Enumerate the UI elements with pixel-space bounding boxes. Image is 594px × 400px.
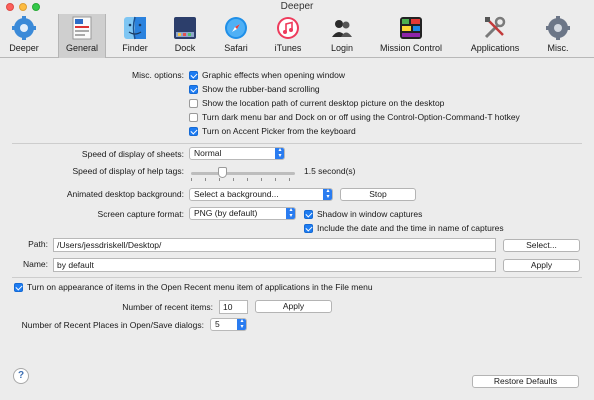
- screen-capture-format-popup[interactable]: PNG (by default) ▴ ▾: [189, 207, 296, 220]
- tab-safari[interactable]: Safari: [214, 14, 258, 58]
- rubber-band-checkbox[interactable]: [189, 85, 198, 94]
- screen-capture-format-value: PNG (by default): [194, 208, 258, 218]
- accent-picker-label: Turn on Accent Picker from the keyboard: [202, 126, 356, 136]
- tab-mission-control-label: Mission Control: [379, 43, 443, 53]
- close-window-button[interactable]: [6, 3, 14, 11]
- tab-itunes-label: iTunes: [274, 43, 302, 53]
- path-field[interactable]: /Users/jessdriskell/Desktop/: [53, 238, 496, 252]
- gear-icon: [12, 16, 36, 40]
- tab-applications-label: Applications: [470, 43, 520, 53]
- help-tags-slider[interactable]: [191, 172, 295, 175]
- slider-tick: [219, 178, 220, 181]
- help-tags-speed-label: Speed of display of help tags:: [72, 166, 184, 176]
- tab-deeper-label: Deeper: [9, 43, 39, 53]
- slider-tick: [261, 178, 262, 181]
- location-path-label: Show the location path of current deskto…: [202, 98, 445, 108]
- tab-login[interactable]: Login: [320, 14, 364, 58]
- screen-capture-label: Screen capture format:: [97, 209, 184, 219]
- chevron-updown-icon: ▴ ▾: [286, 208, 295, 219]
- dark-menu-hotkey-checkbox[interactable]: [189, 113, 198, 122]
- sheets-speed-popup[interactable]: Normal ▴ ▾: [189, 147, 285, 160]
- date-in-name-label: Include the date and the time in name of…: [317, 223, 504, 233]
- select-path-button[interactable]: Select...: [503, 239, 580, 252]
- recent-items-count-field[interactable]: 10: [219, 300, 248, 314]
- apply-name-button[interactable]: Apply: [503, 259, 580, 272]
- tools-icon: [484, 16, 506, 39]
- safari-compass-icon: [225, 17, 247, 39]
- tab-deeper[interactable]: Deeper: [0, 14, 48, 58]
- minimize-window-button[interactable]: [19, 3, 27, 11]
- slider-tick: [289, 178, 290, 181]
- rubber-band-label: Show the rubber-band scrolling: [202, 84, 320, 94]
- chevron-updown-icon: ▴ ▾: [323, 189, 332, 200]
- location-path-checkbox[interactable]: [189, 99, 198, 108]
- graphic-effects-label: Graphic effects when opening window: [202, 70, 346, 80]
- tab-finder-label: Finder: [122, 43, 148, 53]
- chevron-updown-icon: ▴ ▾: [275, 148, 284, 159]
- slider-tick: [247, 178, 248, 181]
- help-tags-slider-knob[interactable]: [217, 167, 227, 178]
- tab-dock[interactable]: Dock: [163, 14, 207, 58]
- tab-misc[interactable]: Misc.: [536, 14, 580, 58]
- users-icon: [332, 20, 352, 37]
- slider-tick: [233, 178, 234, 181]
- tab-applications[interactable]: Applications: [464, 14, 526, 58]
- misc-options-label: Misc. options:: [132, 70, 184, 80]
- help-button[interactable]: ?: [13, 368, 29, 384]
- tab-finder[interactable]: Finder: [114, 14, 156, 58]
- tab-itunes[interactable]: iTunes: [266, 14, 310, 58]
- animated-background-label: Animated desktop background:: [66, 189, 184, 199]
- tab-general-label: General: [65, 43, 99, 53]
- toolbar: Deeper General Finder Dock Safari iTunes…: [0, 14, 594, 58]
- tab-mission-control[interactable]: Mission Control: [376, 14, 446, 58]
- separator: [12, 143, 582, 144]
- dock-icon: [174, 17, 196, 39]
- animated-background-value: Select a background...: [194, 189, 279, 199]
- mission-control-icon: [400, 17, 422, 39]
- shadow-captures-label: Shadow in window captures: [317, 209, 423, 219]
- restore-defaults-button[interactable]: Restore Defaults: [472, 375, 579, 388]
- title-bar: Deeper: [0, 0, 594, 14]
- tab-safari-label: Safari: [224, 43, 248, 53]
- shadow-captures-checkbox[interactable]: [304, 210, 313, 219]
- tab-general[interactable]: General: [58, 14, 106, 58]
- recent-places-popup[interactable]: 5 ▴ ▾: [210, 318, 247, 331]
- dark-menu-hotkey-label: Turn dark menu bar and Dock on or off us…: [202, 112, 520, 122]
- open-recent-checkbox[interactable]: [14, 283, 23, 292]
- itunes-icon: [277, 17, 299, 39]
- apply-recent-items-button[interactable]: Apply: [255, 300, 332, 313]
- window-title: Deeper: [280, 1, 314, 12]
- tab-dock-label: Dock: [174, 43, 196, 53]
- name-field[interactable]: by default: [53, 258, 496, 272]
- graphic-effects-checkbox[interactable]: [189, 71, 198, 80]
- accent-picker-checkbox[interactable]: [189, 127, 198, 136]
- tab-login-label: Login: [330, 43, 354, 53]
- sheets-speed-value: Normal: [194, 148, 222, 158]
- name-label: Name:: [22, 259, 48, 269]
- path-label: Path:: [28, 239, 48, 249]
- zoom-window-button[interactable]: [32, 3, 40, 11]
- stop-button[interactable]: Stop: [340, 188, 416, 201]
- separator: [12, 277, 582, 278]
- slider-tick: [275, 178, 276, 181]
- recent-places-value: 5: [215, 319, 220, 329]
- general-prefs-icon: [72, 16, 92, 40]
- recent-places-label: Number of Recent Places in Open/Save dia…: [21, 320, 204, 330]
- slider-tick: [205, 178, 206, 181]
- help-tags-speed-value: 1.5 second(s): [304, 166, 356, 176]
- finder-icon: [124, 16, 146, 40]
- sheets-speed-label: Speed of display of sheets:: [81, 149, 184, 159]
- recent-items-count-label: Number of recent items:: [122, 302, 213, 312]
- tab-misc-label: Misc.: [547, 43, 569, 53]
- misc-gear-icon: [546, 16, 570, 40]
- chevron-updown-icon: ▴ ▾: [237, 319, 246, 330]
- slider-tick: [191, 178, 192, 181]
- open-recent-label: Turn on appearance of items in the Open …: [27, 282, 373, 292]
- date-in-name-checkbox[interactable]: [304, 224, 313, 233]
- animated-background-popup[interactable]: Select a background... ▴ ▾: [189, 188, 333, 201]
